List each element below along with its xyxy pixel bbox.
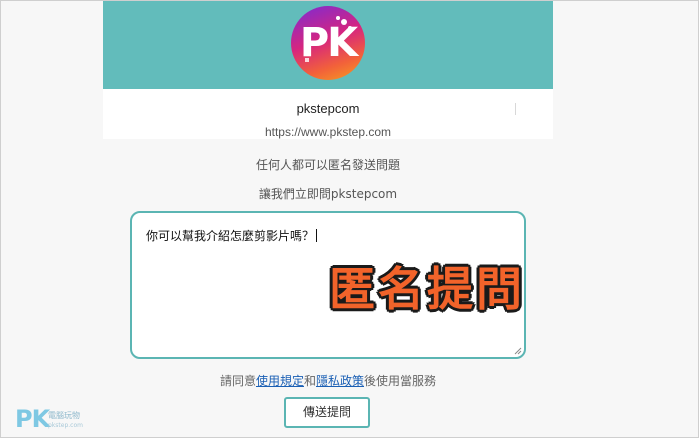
watermark-text: 電腦玩物: [48, 411, 80, 420]
username-text: pkstepcom: [296, 101, 360, 116]
terms-notice: 請同意使用規定和隱私政策後使用當服務: [103, 372, 553, 389]
avatar-text: PK: [299, 20, 358, 66]
terms-of-use-link[interactable]: 使用規定: [256, 374, 304, 388]
intro-line-ask: 讓我們立即問pkstepcom: [258, 187, 398, 201]
watermark-pk: PK: [15, 405, 50, 433]
avatar: PK: [291, 6, 365, 80]
overlay-caption: 匿名提問: [329, 262, 525, 316]
send-question-button[interactable]: 傳送提問: [284, 397, 370, 428]
question-text: 你可以幫我介紹怎麼剪影片嗎？: [146, 227, 318, 244]
profile-username: pkstepcom: [103, 101, 553, 116]
profile-url[interactable]: https://www.pkstep.com: [103, 125, 553, 139]
terms-and: 和: [303, 374, 316, 388]
terms-prefix: 請同意: [219, 374, 256, 388]
terms-suffix: 後使用當服務: [364, 374, 437, 388]
watermark-subtext: pkstep.com: [48, 422, 83, 429]
profile-card: PK pkstepcom https://www.pkstep.com: [103, 1, 553, 139]
intro-line-anonymous: 任何人都可以匿名發送問題: [255, 158, 400, 172]
resize-grip-icon[interactable]: [514, 347, 522, 355]
watermark-logo: PK 電腦玩物 pkstep.com: [15, 405, 95, 435]
text-caret: [316, 229, 318, 242]
profile-banner: PK: [103, 1, 553, 89]
question-value: 你可以幫我介紹怎麼剪影片嗎？: [146, 229, 315, 243]
divider: [515, 103, 516, 115]
privacy-policy-link[interactable]: 隱私政策: [316, 374, 364, 388]
